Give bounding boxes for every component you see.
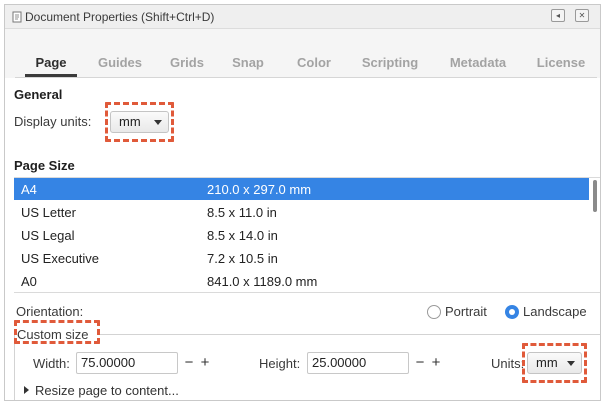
- title-bar: Document Properties (Shift+Ctrl+D) ◂ ✕: [5, 5, 600, 29]
- width-decrement-button[interactable]: −: [182, 353, 196, 373]
- document-icon: [12, 11, 22, 23]
- portrait-radio[interactable]: [427, 305, 441, 319]
- units-dropdown[interactable]: mm: [527, 352, 582, 374]
- width-increment-button[interactable]: +: [198, 353, 212, 373]
- display-units-dropdown[interactable]: mm: [110, 111, 169, 133]
- orientation-label: Orientation:: [16, 304, 84, 319]
- portrait-label[interactable]: Portrait: [445, 304, 487, 319]
- landscape-radio[interactable]: [505, 305, 519, 319]
- width-label: Width:: [33, 356, 70, 371]
- units-label: Units:: [491, 356, 525, 371]
- height-label: Height:: [259, 356, 301, 371]
- chevron-down-icon: [154, 120, 162, 125]
- resize-page-expander[interactable]: Resize page to content...: [24, 383, 179, 398]
- chevron-down-icon: [567, 361, 575, 366]
- page-size-list[interactable]: A4 210.0 x 297.0 mm US Letter 8.5 x 11.0…: [14, 177, 600, 293]
- landscape-label[interactable]: Landscape: [523, 304, 587, 319]
- tab-page[interactable]: Page: [25, 51, 77, 77]
- page-tab-content: General Display units: mm Page Size A4 2…: [5, 78, 600, 400]
- page-size-heading: Page Size: [14, 158, 75, 173]
- page-size-name: US Executive: [21, 251, 100, 266]
- page-size-dimensions: 8.5 x 14.0 in: [207, 228, 278, 243]
- page-size-dimensions: 7.2 x 10.5 in: [207, 251, 278, 266]
- height-input[interactable]: 25.00000: [307, 352, 409, 374]
- width-input[interactable]: 75.00000: [76, 352, 178, 374]
- height-increment-button[interactable]: +: [429, 353, 443, 373]
- resize-page-label: Resize page to content...: [35, 383, 179, 398]
- page-size-name: US Legal: [21, 228, 75, 243]
- tab-metadata[interactable]: Metadata: [445, 51, 511, 77]
- tab-grids[interactable]: Grids: [165, 51, 209, 77]
- tab-guides[interactable]: Guides: [93, 51, 147, 77]
- page-size-dimensions: 8.5 x 11.0 in: [207, 205, 277, 220]
- page-size-dimensions: 210.0 x 297.0 mm: [207, 182, 312, 197]
- page-size-name: A0: [21, 274, 37, 289]
- window-title: Document Properties (Shift+Ctrl+D): [25, 10, 215, 24]
- page-size-name: US Letter: [21, 205, 76, 220]
- minimize-button[interactable]: ◂: [551, 9, 565, 22]
- page-size-row-a4[interactable]: A4 210.0 x 297.0 mm: [14, 178, 589, 200]
- general-heading: General: [14, 87, 63, 102]
- page-size-name: A4: [21, 182, 37, 197]
- page-size-row-us-letter[interactable]: US Letter 8.5 x 11.0 in: [14, 201, 589, 223]
- page-size-dimensions: 841.0 x 1189.0 mm: [207, 274, 318, 289]
- page-size-row-a0[interactable]: A0 841.0 x 1189.0 mm: [14, 270, 589, 292]
- tab-snap[interactable]: Snap: [228, 51, 268, 77]
- display-units-value: mm: [119, 114, 141, 129]
- expander-arrow-icon: [24, 386, 29, 394]
- page-size-row-us-executive[interactable]: US Executive 7.2 x 10.5 in: [14, 247, 589, 269]
- close-button[interactable]: ✕: [575, 9, 589, 22]
- display-units-label: Display units:: [14, 114, 92, 129]
- units-value: mm: [536, 355, 558, 370]
- tab-license[interactable]: License: [532, 51, 590, 77]
- page-size-row-us-legal[interactable]: US Legal 8.5 x 14.0 in: [14, 224, 589, 246]
- tab-scripting[interactable]: Scripting: [355, 51, 425, 77]
- tab-bar: Page Guides Grids Snap Color Scripting M…: [15, 51, 597, 77]
- tab-color[interactable]: Color: [292, 51, 336, 77]
- height-decrement-button[interactable]: −: [413, 353, 427, 373]
- list-scrollbar[interactable]: [593, 180, 597, 212]
- custom-size-heading: Custom size: [17, 327, 89, 342]
- document-properties-dialog: Document Properties (Shift+Ctrl+D) ◂ ✕ P…: [4, 4, 601, 401]
